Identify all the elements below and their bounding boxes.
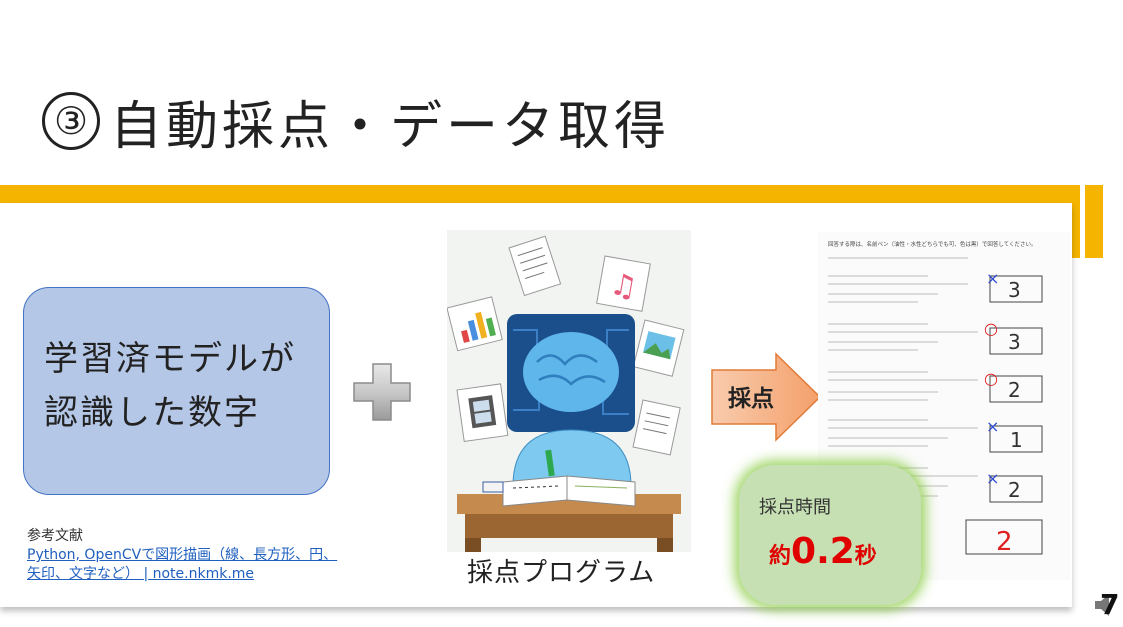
- mark-4: ×: [986, 417, 999, 436]
- ai-study-illustration: ♫: [447, 230, 691, 552]
- reference-link-line2: 矢印、文字など） | note.nkmk.me: [27, 566, 255, 582]
- page-number: 7: [1100, 588, 1120, 621]
- timing-value: 約0.2秒: [769, 531, 877, 572]
- title-text: 自動採点・データ取得: [110, 96, 671, 157]
- sheet-total: 2: [996, 527, 1013, 557]
- sheet-answer-1: 3: [1008, 278, 1021, 302]
- music-note-icon: ♫: [596, 255, 651, 312]
- mark-2: ○: [984, 319, 998, 338]
- reference-link[interactable]: Python, OpenCVで図形描画（線、長方形、円、 矢印、文字など） | …: [27, 546, 337, 584]
- film-icon: [456, 383, 509, 443]
- model-box: 学習済モデルが 認識した数字: [23, 287, 330, 495]
- program-label: 採点プログラム: [467, 558, 656, 588]
- reference-link-line1: Python, OpenCVで図形描画（線、長方形、円、: [27, 547, 338, 563]
- timing-box: 採点時間 約0.2秒: [739, 465, 921, 605]
- sheet-header: 回答する際は、名前ペン（油性・水性どちらでも可、色は黒）で回答してください。: [828, 240, 1037, 248]
- sheet-answer-5: 2: [1008, 478, 1021, 502]
- mark-3: ○: [984, 369, 998, 388]
- gold-divider: [0, 185, 1080, 203]
- model-line-2: 認識した数字: [44, 393, 260, 433]
- eraser-icon: [482, 481, 504, 493]
- mark-5: ×: [986, 469, 999, 488]
- mark-1: ×: [986, 269, 999, 288]
- reference: 参考文献 Python, OpenCVで図形描画（線、長方形、円、 矢印、文字な…: [27, 527, 337, 584]
- reference-heading: 参考文献: [27, 528, 83, 544]
- model-line-1: 学習済モデルが: [44, 339, 296, 379]
- sheet-answer-4: 1: [1010, 428, 1023, 452]
- timing-number: 0.2: [791, 531, 855, 572]
- timing-prefix: 約: [769, 544, 792, 569]
- grading-arrow-label: 採点: [728, 386, 774, 412]
- timing-title: 採点時間: [759, 497, 831, 518]
- plus-icon: [353, 363, 411, 421]
- timing-unit: 秒: [854, 544, 877, 569]
- slide-title: ③ 自動採点・データ取得: [42, 86, 671, 157]
- sheet-answer-2: 3: [1008, 330, 1021, 354]
- title-number: ③: [42, 92, 100, 150]
- sheet-answer-3: 2: [1008, 378, 1021, 402]
- brain-head-icon: [507, 314, 635, 432]
- gold-corner: [1085, 185, 1103, 258]
